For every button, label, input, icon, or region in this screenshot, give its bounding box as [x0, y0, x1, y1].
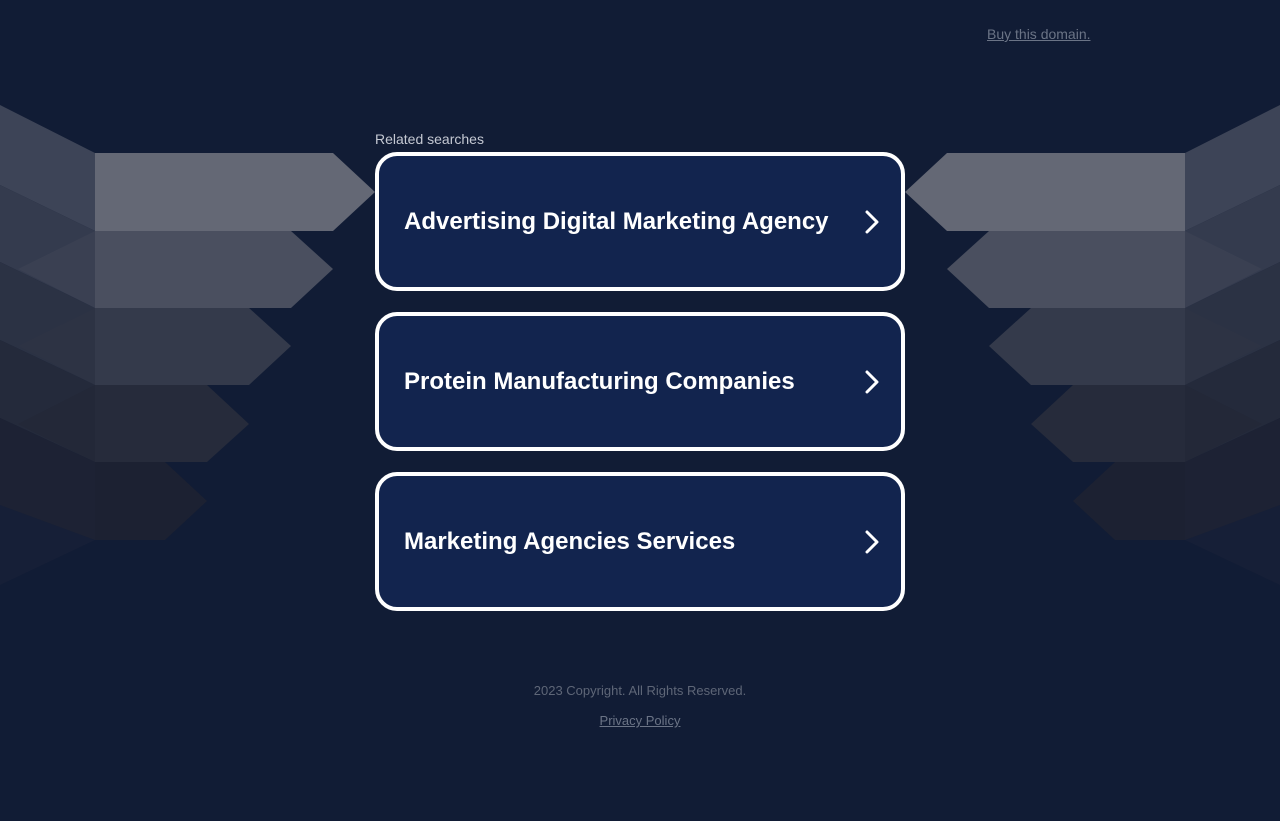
related-search-label: Advertising Digital Marketing Agency [404, 207, 829, 235]
chevron-right-icon [865, 210, 879, 233]
buy-domain-link[interactable]: Buy this domain. [987, 26, 1091, 42]
copyright-text: 2023 Copyright. All Rights Reserved. [533, 683, 747, 698]
footer-links: Privacy Policy [0, 713, 1280, 728]
chevron-right-icon [865, 530, 879, 553]
parked-domain-page: Buy this domain. Related searches Advert… [0, 0, 1280, 821]
related-search-card-protein[interactable]: Protein Manufacturing Companies [375, 312, 905, 451]
related-searches-title: Related searches [375, 131, 484, 147]
related-search-label: Protein Manufacturing Companies [404, 367, 795, 395]
privacy-policy-link[interactable]: Privacy Policy [600, 713, 681, 728]
related-search-card-advertising[interactable]: Advertising Digital Marketing Agency [375, 152, 905, 291]
chevron-right-icon [865, 370, 879, 393]
related-search-label: Marketing Agencies Services [404, 527, 736, 555]
related-search-card-marketing[interactable]: Marketing Agencies Services [375, 472, 905, 611]
